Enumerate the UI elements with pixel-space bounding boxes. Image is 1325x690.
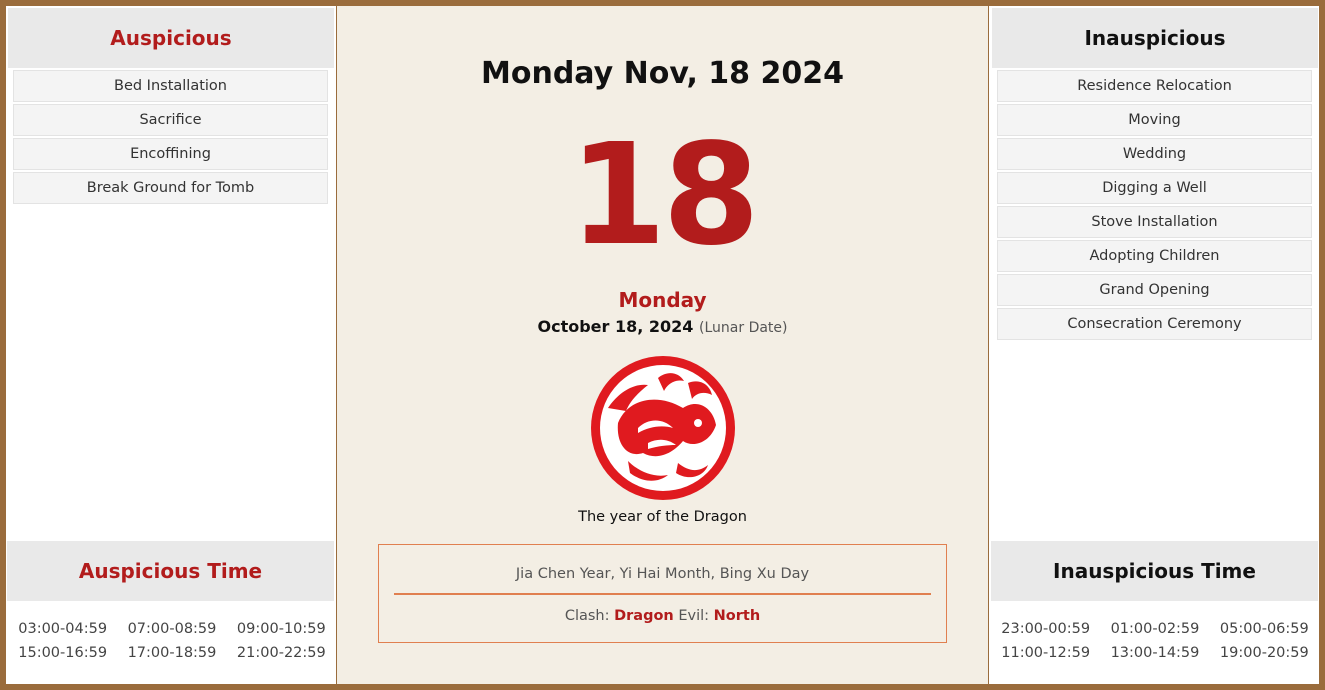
- lunar-date-value: October 18, 2024: [537, 317, 694, 336]
- list-item[interactable]: Digging a Well: [997, 172, 1312, 204]
- time-slot: 21:00-22:59: [236, 645, 326, 661]
- auspicious-time-title: Auspicious Time: [78, 559, 263, 583]
- time-slot: 15:00-16:59: [18, 645, 108, 661]
- page-title: Monday Nov, 18 2024: [481, 56, 844, 91]
- list-item[interactable]: Consecration Ceremony: [997, 308, 1312, 340]
- time-slot: 07:00-08:59: [127, 621, 217, 637]
- zodiac-caption: The year of the Dragon: [578, 509, 747, 525]
- evil-value: North: [713, 608, 761, 624]
- list-item[interactable]: Residence Relocation: [997, 70, 1312, 102]
- dragon-papercut-icon: [591, 356, 735, 500]
- auspicious-title: Auspicious: [110, 26, 232, 50]
- time-slot: 01:00-02:59: [1110, 621, 1200, 637]
- auspicious-time-header: Auspicious Time: [7, 541, 334, 601]
- list-item[interactable]: Encoffining: [13, 138, 328, 170]
- list-item[interactable]: Wedding: [997, 138, 1312, 170]
- auspicious-header: Auspicious: [8, 8, 334, 68]
- weekday-label: Monday: [618, 288, 707, 312]
- inauspicious-time-header: Inauspicious Time: [991, 541, 1318, 601]
- list-item[interactable]: Bed Installation: [13, 70, 328, 102]
- lunar-date-note: (Lunar Date): [699, 320, 788, 336]
- list-item[interactable]: Sacrifice: [13, 104, 328, 136]
- auspicious-time-grid: 03:00-04:59 07:00-08:59 09:00-10:59 15:0…: [8, 621, 336, 661]
- inauspicious-column: Inauspicious Residence Relocation Moving…: [991, 6, 1319, 684]
- evil-label: Evil:: [678, 608, 710, 624]
- ganzhi-text: Jia Chen Year, Yi Hai Month, Bing Xu Day: [515, 566, 810, 582]
- list-item[interactable]: Adopting Children: [997, 240, 1312, 272]
- time-slot: 03:00-04:59: [18, 621, 108, 637]
- time-slot: 19:00-20:59: [1219, 645, 1309, 661]
- time-slot: 11:00-12:59: [1001, 645, 1091, 661]
- time-slot: 05:00-06:59: [1219, 621, 1309, 637]
- lunar-date: October 18, 2024 (Lunar Date): [337, 317, 988, 336]
- list-item[interactable]: Grand Opening: [997, 274, 1312, 306]
- divider: [394, 593, 931, 595]
- list-item[interactable]: Moving: [997, 104, 1312, 136]
- inauspicious-time-grid: 23:00-00:59 01:00-02:59 05:00-06:59 11:0…: [991, 621, 1319, 661]
- date-panel: Monday Nov, 18 2024 18 Monday October 18…: [336, 6, 989, 684]
- clash-value: Dragon: [614, 608, 674, 624]
- time-slot: 09:00-10:59: [236, 621, 326, 637]
- inauspicious-title: Inauspicious: [1084, 26, 1226, 50]
- inauspicious-list: Residence Relocation Moving Wedding Digg…: [997, 70, 1312, 342]
- almanac-frame: Auspicious Bed Installation Sacrifice En…: [6, 6, 1319, 684]
- list-item[interactable]: Stove Installation: [997, 206, 1312, 238]
- inauspicious-header: Inauspicious: [992, 8, 1318, 68]
- time-slot: 17:00-18:59: [127, 645, 217, 661]
- list-item[interactable]: Break Ground for Tomb: [13, 172, 328, 204]
- auspicious-list: Bed Installation Sacrifice Encoffining B…: [13, 70, 328, 206]
- time-slot: 13:00-14:59: [1110, 645, 1200, 661]
- time-slot: 23:00-00:59: [1001, 621, 1091, 637]
- day-number: 18: [569, 114, 760, 277]
- clash-evil-line: Clash: Dragon Evil: North: [379, 608, 946, 624]
- auspicious-column: Auspicious Bed Installation Sacrifice En…: [6, 6, 336, 684]
- ganzhi-info-box: Jia Chen Year, Yi Hai Month, Bing Xu Day…: [378, 544, 947, 643]
- inauspicious-time-title: Inauspicious Time: [1053, 559, 1256, 583]
- clash-label: Clash:: [564, 608, 610, 624]
